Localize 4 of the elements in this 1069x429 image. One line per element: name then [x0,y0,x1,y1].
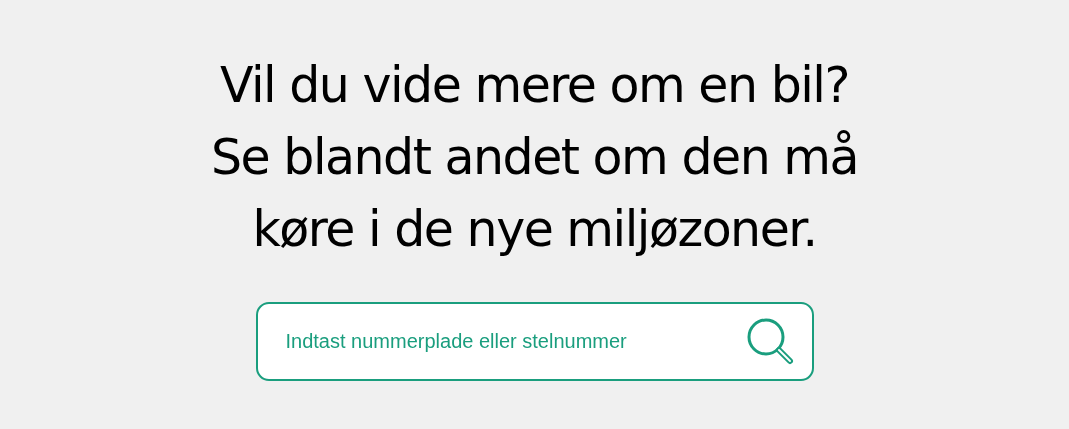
headline: Vil du vide mere om en bil? Se blandt andet om den må køre i de nye miljøzoner. [210,56,859,260]
search-bar[interactable]: Indtast nummerplade eller stelnummer [255,302,814,381]
search-icon[interactable] [745,316,796,367]
search-field[interactable]: Indtast nummerplade eller stelnummer [283,329,746,354]
